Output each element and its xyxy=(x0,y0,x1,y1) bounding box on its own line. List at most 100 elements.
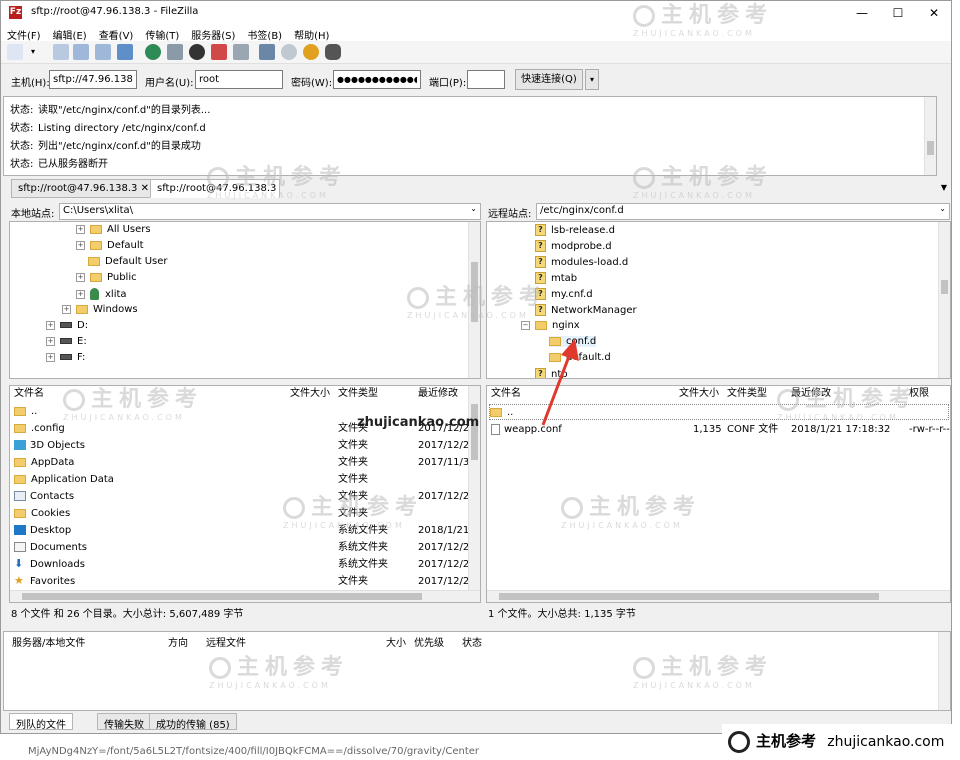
queue-column-size[interactable]: 大小 xyxy=(386,634,406,649)
log-scroll-thumb[interactable] xyxy=(927,141,934,155)
sync-browse-icon[interactable] xyxy=(303,44,319,60)
reconnect-icon[interactable] xyxy=(233,44,249,60)
remote-list-hscrollbar[interactable] xyxy=(487,590,950,602)
menu-transfer[interactable]: 传输(T) xyxy=(139,25,185,42)
local-list-hscroll-thumb[interactable] xyxy=(22,593,422,600)
toolbar: ▾ xyxy=(1,41,951,64)
menu-bookmarks[interactable]: 书签(B) xyxy=(241,25,288,42)
toggle-local-tree-icon[interactable] xyxy=(73,44,89,60)
expand-icon[interactable]: + xyxy=(46,336,55,346)
column-header-name[interactable]: 文件名 xyxy=(491,386,521,402)
password-input[interactable] xyxy=(333,70,421,89)
expand-icon[interactable]: + xyxy=(46,352,55,362)
menu-file[interactable]: 文件(F) xyxy=(1,25,47,42)
tree-node[interactable]: ? modprobe.d xyxy=(535,240,612,252)
tree-node[interactable]: + Public xyxy=(76,272,137,283)
directory-filter-icon[interactable] xyxy=(259,44,275,60)
tree-node[interactable]: + All Users xyxy=(76,224,151,235)
menu-edit[interactable]: 编辑(E) xyxy=(47,25,93,42)
tree-node[interactable]: ? modules-load.d xyxy=(535,256,628,268)
column-header-type[interactable]: 文件类型 xyxy=(338,386,378,402)
port-input[interactable] xyxy=(467,70,505,89)
toggle-remote-tree-icon[interactable] xyxy=(95,44,111,60)
file-row[interactable]: ★ Favorites 文件夹 2017/12/2 xyxy=(14,574,468,590)
process-queue-icon[interactable] xyxy=(167,44,183,60)
queue-column-priority[interactable]: 优先级 xyxy=(414,634,444,649)
tree-node[interactable]: + Default xyxy=(76,240,144,251)
host-input[interactable] xyxy=(49,70,137,89)
file-row[interactable]: Documents 系统文件夹 2017/12/2 xyxy=(14,540,468,556)
refresh-icon[interactable] xyxy=(145,44,161,60)
column-header-name[interactable]: 文件名 xyxy=(14,386,44,402)
remote-path-dropdown-icon[interactable]: ⌄ xyxy=(939,204,946,213)
file-row[interactable]: Application Data 文件夹 xyxy=(14,472,466,488)
dir-compare-icon[interactable] xyxy=(281,44,297,60)
expand-icon[interactable]: + xyxy=(46,320,55,330)
tab-failed-transfers[interactable]: 传输失败 xyxy=(97,713,151,731)
remote-tree-scrollbar[interactable] xyxy=(938,222,950,378)
remote-path-input[interactable]: /etc/nginx/conf.d ⌄ xyxy=(536,203,950,220)
column-header-type[interactable]: 文件类型 xyxy=(727,386,767,402)
expand-icon[interactable]: + xyxy=(76,289,85,299)
tree-node[interactable]: ? NetworkManager xyxy=(535,304,637,316)
expand-icon[interactable]: + xyxy=(62,304,71,314)
queue-column-status[interactable]: 状态 xyxy=(462,634,482,649)
tree-node[interactable]: ? lsb-release.d xyxy=(535,224,615,236)
disconnect-icon[interactable] xyxy=(211,44,227,60)
folder-icon xyxy=(535,320,547,330)
minimize-button[interactable]: — xyxy=(844,1,880,25)
remote-list-hscroll-thumb[interactable] xyxy=(499,593,879,600)
tab-successful-transfers[interactable]: 成功的传输 (85) xyxy=(149,713,237,731)
tree-node[interactable]: Default User xyxy=(88,256,168,267)
expand-icon[interactable]: + xyxy=(76,272,85,282)
filezilla-window: Fz sftp://root@47.96.138.3 - FileZilla —… xyxy=(0,0,952,734)
tree-node[interactable]: + xlita xyxy=(76,288,127,300)
tree-node[interactable]: + Windows xyxy=(62,304,138,315)
desktop-icon xyxy=(14,525,26,535)
quickconnect-button[interactable]: 快速连接(Q) xyxy=(515,69,583,90)
column-header-modified[interactable]: 最近修改 xyxy=(418,386,458,402)
quickconnect-dropdown-button[interactable]: ▾ xyxy=(585,69,599,90)
collapse-icon[interactable]: − xyxy=(521,320,530,330)
queue-scrollbar[interactable] xyxy=(938,632,950,710)
close-button[interactable]: ✕ xyxy=(916,1,951,25)
menu-view[interactable]: 查看(V) xyxy=(93,25,140,42)
menu-help[interactable]: 帮助(H) xyxy=(288,25,335,42)
username-input[interactable] xyxy=(195,70,283,89)
close-tab-icon[interactable]: ✕ xyxy=(141,183,149,194)
file-row[interactable]: ⬇ Downloads 系统文件夹 2017/12/2 xyxy=(14,557,468,573)
queue-column-server-file[interactable]: 服务器/本地文件 xyxy=(12,634,85,649)
queue-column-direction[interactable]: 方向 xyxy=(168,634,188,649)
expand-icon[interactable]: + xyxy=(76,224,85,234)
toggle-queue-icon[interactable] xyxy=(117,44,133,60)
tab-queued-files[interactable]: 列队的文件 xyxy=(9,713,73,731)
queue-column-remote-file[interactable]: 远程文件 xyxy=(206,634,246,649)
tree-node[interactable]: + D: xyxy=(46,320,88,331)
site-manager-icon[interactable] xyxy=(7,44,23,60)
tree-node[interactable]: + E: xyxy=(46,336,87,347)
connection-tab-1[interactable]: sftp://root@47.96.138.3 ✕ xyxy=(11,179,156,198)
remote-tree-scroll-thumb[interactable] xyxy=(941,280,948,294)
column-header-size[interactable]: 文件大小 xyxy=(679,386,719,402)
log-entry: 状态: 读取"/etc/nginx/conf.d"的目录列表... xyxy=(10,105,211,116)
folder-icon xyxy=(14,457,26,467)
local-list-scroll-thumb[interactable] xyxy=(471,404,478,460)
toggle-log-icon[interactable] xyxy=(53,44,69,60)
expand-icon[interactable]: + xyxy=(76,240,85,250)
cancel-icon[interactable] xyxy=(189,44,205,60)
local-list-hscrollbar[interactable] xyxy=(10,590,480,602)
watermark: 主机参考 ZHUJICANKAO.COM xyxy=(207,165,348,200)
local-path-dropdown-icon[interactable]: ⌄ xyxy=(470,204,477,213)
tree-node[interactable]: − nginx xyxy=(521,320,580,331)
site-manager-dropdown-icon[interactable]: ▾ xyxy=(31,44,39,60)
log-scrollbar[interactable] xyxy=(924,97,936,175)
tab-list-dropdown-icon[interactable]: ▼ xyxy=(941,183,947,192)
file-row[interactable]: AppData 文件夹 2017/11/3 xyxy=(14,455,468,471)
search-files-icon[interactable] xyxy=(325,44,341,60)
menu-server[interactable]: 服务器(S) xyxy=(185,25,241,42)
tree-node[interactable]: + F: xyxy=(46,352,85,363)
local-path-input[interactable]: C:\Users\xlita\ ⌄ xyxy=(59,203,481,220)
file-row[interactable]: 3D Objects 文件夹 2017/12/2 xyxy=(14,438,468,454)
maximize-button[interactable]: ☐ xyxy=(880,1,916,25)
column-header-size[interactable]: 文件大小 xyxy=(290,386,330,402)
